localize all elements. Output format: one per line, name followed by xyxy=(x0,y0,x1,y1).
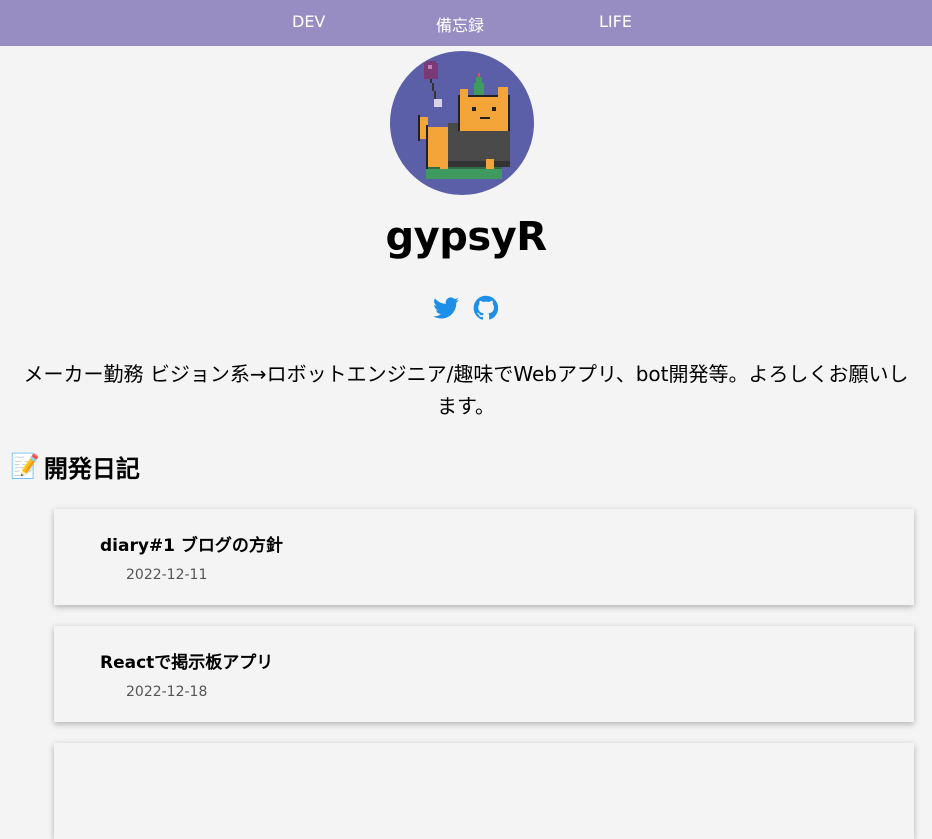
post-title[interactable]: Reactで掲示板アプリ xyxy=(100,648,273,673)
post-title[interactable]: diary#1 ブログの方針 xyxy=(100,531,283,556)
twitter-icon[interactable] xyxy=(432,294,460,322)
avatar xyxy=(390,51,534,195)
profile-name: gypsyR xyxy=(385,214,547,260)
memo-icon: 📝 xyxy=(10,452,40,480)
nav-item-life[interactable]: LIFE xyxy=(599,12,632,31)
github-icon[interactable] xyxy=(472,294,500,322)
pixel-cat-avatar-image xyxy=(418,61,510,179)
post-card[interactable]: diary#1 ブログの方針 2022-12-11 xyxy=(54,509,914,605)
post-card[interactable]: Reactで掲示板アプリ 2022-12-18 xyxy=(54,626,914,722)
top-navigation: DEV 備忘録 LIFE xyxy=(0,0,932,46)
post-card[interactable] xyxy=(54,743,914,839)
nav-item-memo[interactable]: 備忘録 xyxy=(436,12,484,36)
section-heading: 📝 開発日記 xyxy=(10,450,140,483)
section-title: 開発日記 xyxy=(43,454,140,483)
nav-item-dev[interactable]: DEV xyxy=(292,12,325,31)
post-date: 2022-12-11 xyxy=(126,567,208,583)
social-links xyxy=(0,294,932,322)
profile-bio: メーカー勤務 ビジョン系→ロボットエンジニア/趣味でWebアプリ、bot開発等。… xyxy=(23,362,909,418)
post-date: 2022-12-18 xyxy=(126,684,208,700)
